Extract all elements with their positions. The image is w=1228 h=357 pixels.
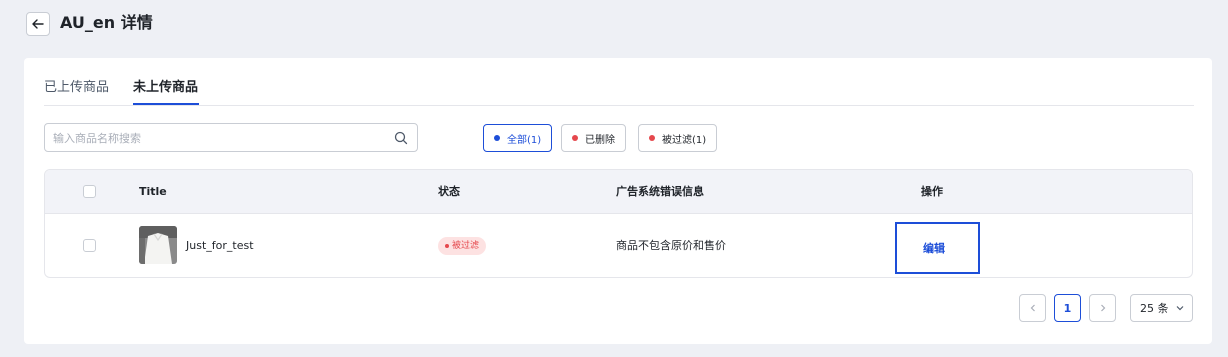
filter-label: 被过滤(1)	[662, 134, 707, 146]
column-header-title: Title	[139, 185, 167, 198]
status-dot-icon	[494, 135, 500, 141]
product-thumbnail	[139, 226, 177, 264]
select-all-checkbox[interactable]	[83, 185, 96, 198]
tab-not-uploaded[interactable]: 未上传商品	[133, 78, 198, 98]
status-dot-icon	[649, 135, 655, 141]
filter-label: 全部(1)	[507, 134, 542, 146]
status-dot-icon	[445, 244, 449, 248]
chevron-left-icon	[1030, 304, 1035, 312]
next-page-button[interactable]	[1089, 294, 1116, 322]
product-image-icon	[139, 226, 177, 264]
page-title: AU_en 详情	[60, 13, 153, 32]
search-box	[44, 123, 418, 152]
search-icon[interactable]	[393, 130, 409, 146]
page-header: AU_en 详情	[0, 0, 1228, 46]
page-size-select[interactable]: 25 条	[1130, 294, 1193, 322]
status-dot-icon	[572, 135, 578, 141]
products-table: Title 状态 广告系统错误信息 操作 Just_for_test 被过滤 商…	[44, 169, 1193, 278]
product-title: Just_for_test	[186, 239, 254, 252]
error-message: 商品不包含原价和售价	[616, 239, 726, 252]
edit-link[interactable]: 编辑	[923, 240, 945, 256]
prev-page-button[interactable]	[1019, 294, 1046, 322]
status-badge: 被过滤	[438, 237, 487, 255]
column-header-actions: 操作	[921, 185, 943, 198]
row-checkbox[interactable]	[83, 239, 96, 252]
table-header: Title 状态 广告系统错误信息 操作	[45, 170, 1192, 214]
page-size-label: 25 条	[1140, 302, 1169, 315]
search-input[interactable]	[53, 128, 383, 148]
edit-highlight-box: 编辑	[895, 222, 980, 274]
tab-uploaded[interactable]: 已上传商品	[44, 78, 109, 98]
filter-label: 已删除	[585, 134, 615, 146]
chevron-right-icon	[1100, 304, 1105, 312]
content-card: 已上传商品 未上传商品 全部(1) 已删除 被过滤(1) Title 状态 广告…	[24, 58, 1212, 344]
tab-bar: 已上传商品 未上传商品	[44, 78, 1194, 106]
arrow-left-icon	[32, 19, 44, 29]
filter-all[interactable]: 全部(1)	[483, 124, 553, 152]
back-button[interactable]	[26, 12, 50, 36]
table-row: Just_for_test 被过滤 商品不包含原价和售价 编辑	[45, 214, 1192, 277]
active-tab-indicator	[133, 103, 199, 105]
filter-filtered[interactable]: 被过滤(1)	[638, 124, 718, 152]
column-header-status: 状态	[438, 185, 460, 198]
status-label: 被过滤	[452, 241, 480, 251]
chevron-down-icon	[1176, 306, 1183, 311]
column-header-error: 广告系统错误信息	[616, 185, 704, 198]
page-button-1[interactable]: 1	[1054, 294, 1081, 322]
filter-deleted[interactable]: 已删除	[561, 124, 626, 152]
